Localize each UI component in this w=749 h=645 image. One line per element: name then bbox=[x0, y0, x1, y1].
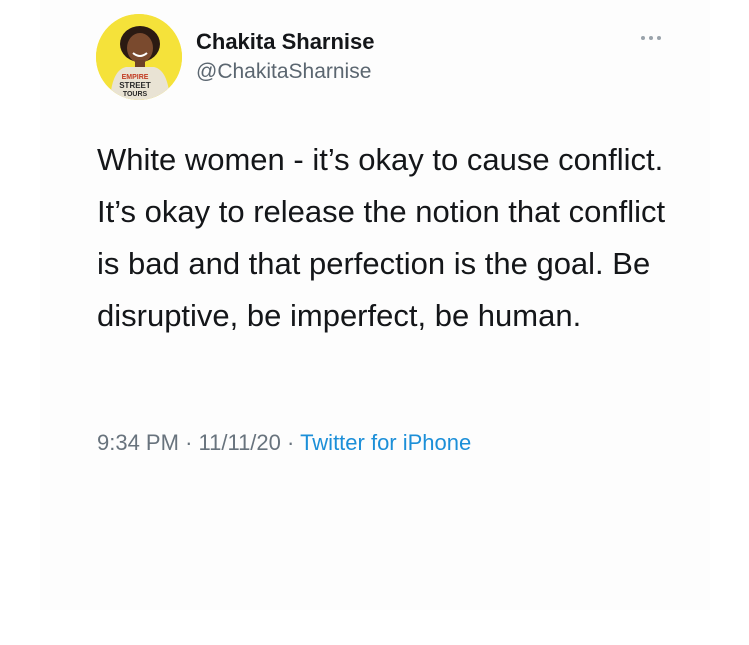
meta-separator: · bbox=[287, 430, 295, 455]
author-display-name[interactable]: Chakita Sharnise bbox=[196, 29, 375, 55]
avatar-shirt-line-3: TOURS bbox=[123, 91, 148, 98]
avatar-shirt-line-1: EMPIRE bbox=[122, 74, 149, 81]
avatar-image: EMPIRE STREET TOURS bbox=[96, 14, 182, 100]
tweet-page: EMPIRE STREET TOURS Chakita Sharnise @Ch… bbox=[0, 0, 749, 645]
tweet-source-link[interactable]: Twitter for iPhone bbox=[300, 430, 471, 455]
avatar-shirt-line-2: STREET bbox=[119, 81, 151, 90]
tweet-meta: 9:34 PM · 11/11/20 · Twitter for iPhone bbox=[97, 430, 471, 456]
more-options-button[interactable] bbox=[637, 28, 665, 48]
more-horizontal-icon bbox=[641, 36, 661, 40]
author-handle[interactable]: @ChakitaSharnise bbox=[196, 60, 371, 84]
meta-separator: · bbox=[185, 430, 193, 455]
tweet-date[interactable]: 11/11/20 bbox=[199, 430, 281, 455]
avatar[interactable]: EMPIRE STREET TOURS bbox=[96, 14, 182, 100]
tweet-text: White women - it’s okay to cause conflic… bbox=[97, 142, 666, 333]
tweet-time[interactable]: 9:34 PM bbox=[97, 430, 179, 455]
